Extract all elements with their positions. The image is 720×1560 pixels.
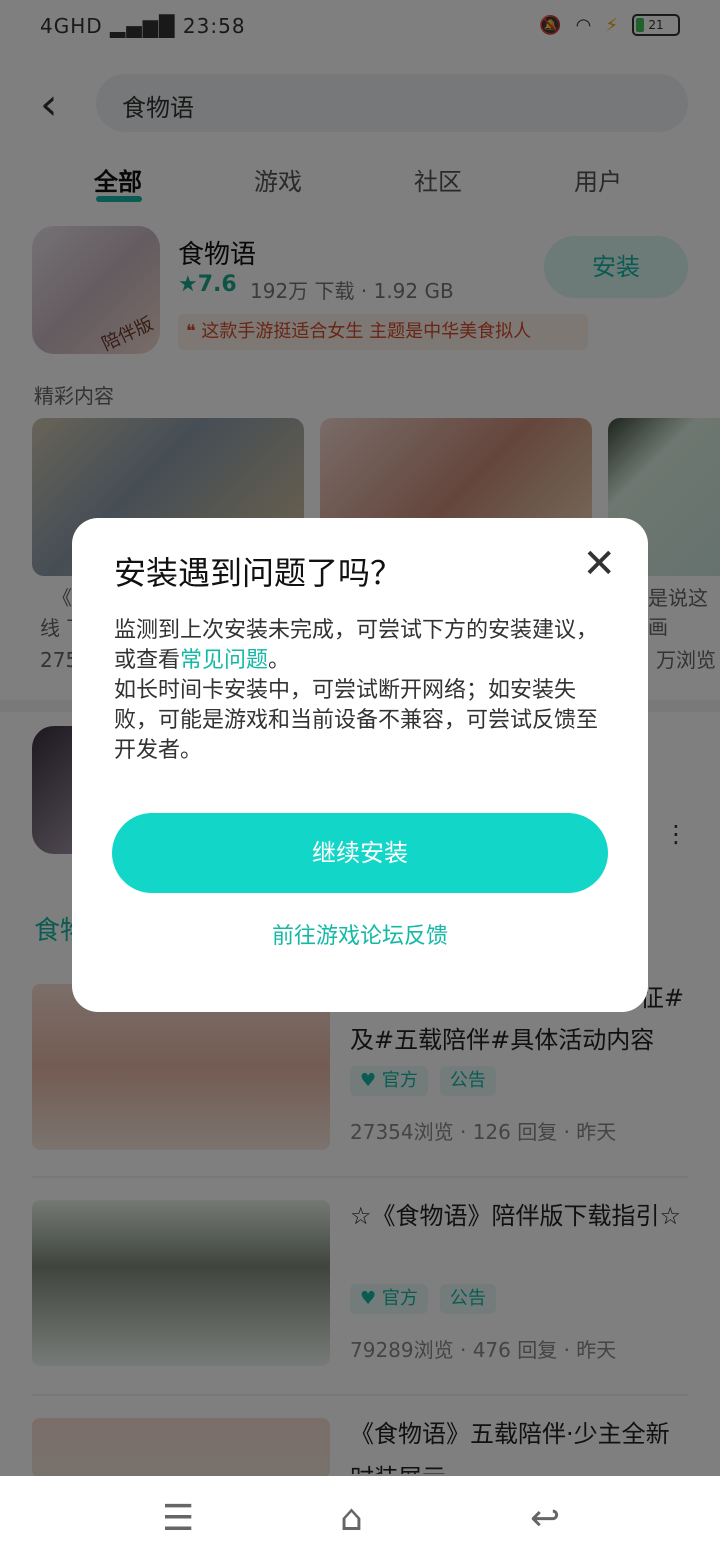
menu-icon[interactable]: ☰: [162, 1498, 194, 1539]
install-problem-dialog: 安装遇到问题了吗？ ✕ 监测到上次安装未完成，可尝试下方的安装建议，或查看常见问…: [72, 518, 648, 1012]
home-icon[interactable]: ⌂: [340, 1498, 363, 1539]
continue-install-button[interactable]: 继续安装: [112, 813, 608, 893]
close-icon[interactable]: ✕: [582, 544, 616, 584]
dialog-body: 监测到上次安装未完成，可尝试下方的安装建议，或查看常见问题。 如长时间卡安装中，…: [114, 616, 610, 766]
back-icon[interactable]: ↩: [530, 1498, 560, 1539]
dialog-title: 安装遇到问题了吗？: [114, 554, 403, 592]
faq-link[interactable]: 常见问题: [180, 648, 268, 673]
forum-feedback-link[interactable]: 前往游戏论坛反馈: [72, 918, 648, 950]
dialog-body-punct: 。: [268, 648, 291, 673]
system-nav-bar: ☰ ⌂ ↩: [0, 1476, 720, 1560]
dialog-body-text-2: 如长时间卡安装中，可尝试断开网络；如安装失败，可能是游戏和当前设备不兼容，可尝试…: [114, 678, 599, 763]
